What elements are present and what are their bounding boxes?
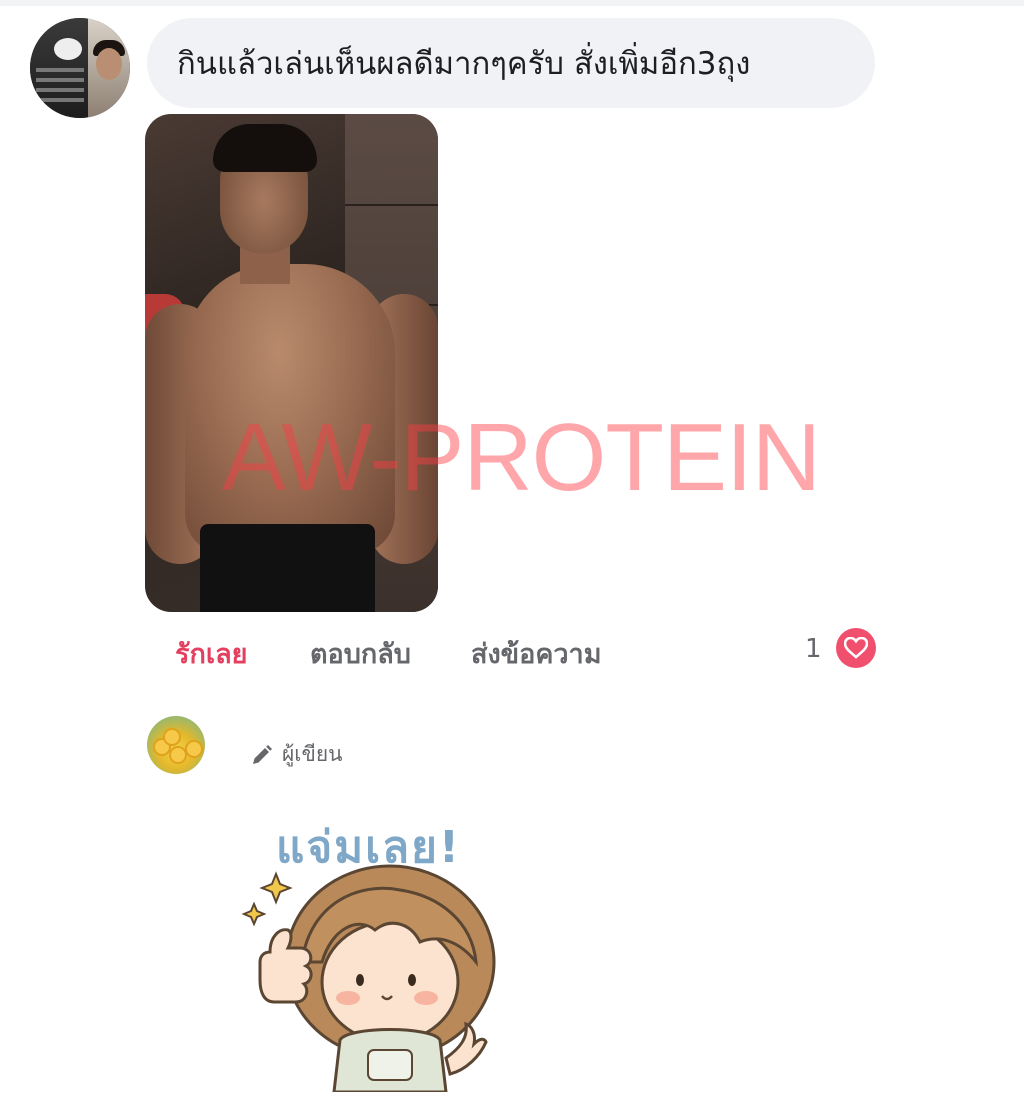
love-button[interactable]: รักเลย <box>175 632 247 675</box>
heart-icon[interactable] <box>836 628 876 668</box>
comment-bubble: กินแล้วเล่นเห็นผลดีมากๆครับ สั่งเพิ่มอีก… <box>147 18 875 108</box>
author-label: ผู้เขียน <box>282 742 343 766</box>
page-avatar[interactable] <box>147 716 205 774</box>
sticker[interactable]: แจ่มเลย! <box>240 812 510 1092</box>
watermark-text: AW-PROTEIN <box>222 404 821 511</box>
send-message-button[interactable]: ส่งข้อความ <box>471 632 602 675</box>
commenter-avatar[interactable] <box>30 18 130 118</box>
pencil-icon <box>253 744 272 764</box>
comment-photo[interactable] <box>145 114 438 612</box>
comment-text: กินแล้วเล่นเห็นผลดีมากๆครับ สั่งเพิ่มอีก… <box>177 46 751 82</box>
reply-button[interactable]: ตอบกลับ <box>310 632 411 675</box>
sticker-girl-thumbs-up <box>241 864 496 1092</box>
reaction-count[interactable]: 1 <box>805 634 822 664</box>
author-badge: ผู้เขียน <box>250 738 343 771</box>
top-divider <box>0 0 1024 6</box>
